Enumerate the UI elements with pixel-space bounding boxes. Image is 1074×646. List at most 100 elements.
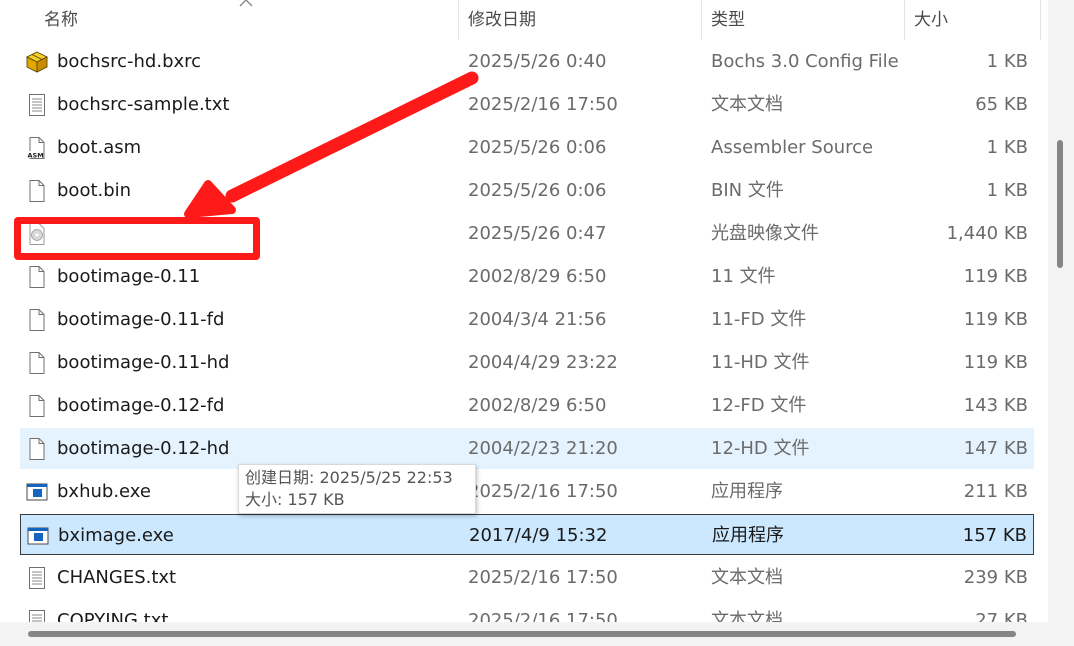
file-row[interactable]: COPYING.txt 2025/2/16 17:50 文本文档 27 KB <box>20 600 1034 622</box>
file-modified-date: 2017/4/9 15:32 <box>469 525 608 546</box>
column-header-name[interactable]: 名称 <box>44 0 78 40</box>
blank-file-icon <box>26 437 48 461</box>
file-size: 1 KB <box>986 51 1028 72</box>
file-name: CHANGES.txt <box>57 567 177 588</box>
file-type: 11 文件 <box>711 266 776 287</box>
column-divider[interactable] <box>458 0 459 40</box>
svg-text:ASM: ASM <box>28 152 44 160</box>
file-type: BIN 文件 <box>711 180 784 201</box>
file-name: bootimage-0.11-hd <box>57 352 230 373</box>
sort-ascending-icon <box>239 0 253 7</box>
file-row[interactable]: bootimage-0.11 2002/8/29 6:50 11 文件 119 KB <box>20 256 1034 297</box>
tooltip-created-date: 创建日期: 2025/5/25 22:53 <box>245 468 453 487</box>
file-type: 11-FD 文件 <box>711 309 807 330</box>
file-size: 1,440 KB <box>946 223 1028 244</box>
column-divider[interactable] <box>701 0 702 40</box>
asm-file-icon: ASM <box>26 136 48 160</box>
file-list: bochsrc-hd.bxrc 2025/5/26 0:40 Bochs 3.0 C… <box>0 40 1040 622</box>
file-modified-date: 2025/5/26 0:40 <box>468 51 607 72</box>
file-size: 1 KB <box>986 137 1028 158</box>
file-size: 27 KB <box>975 610 1028 622</box>
file-type: 光盘映像文件 <box>711 223 819 244</box>
tooltip-size: 大小: 157 KB <box>245 490 345 509</box>
blank-file-icon <box>26 351 48 375</box>
text-file-icon <box>26 566 48 590</box>
file-name: bxhub.exe <box>57 481 151 502</box>
file-modified-date: 2002/8/29 6:50 <box>468 395 607 416</box>
file-modified-date: 2025/5/26 0:06 <box>468 180 607 201</box>
column-header-type[interactable]: 类型 <box>711 0 745 40</box>
file-type: Assembler Source <box>711 137 874 158</box>
file-name: bootimage-0.11-fd <box>57 309 225 330</box>
file-size: 119 KB <box>963 309 1028 330</box>
column-header-date[interactable]: 修改日期 <box>468 0 536 40</box>
column-divider[interactable] <box>904 0 905 40</box>
column-divider <box>1040 0 1041 40</box>
file-row[interactable]: bootimage-0.12-hd 2004/2/23 21:20 12-HD 文件… <box>20 428 1034 469</box>
vertical-scrollbar[interactable] <box>1048 0 1074 622</box>
app-exe-icon <box>26 480 48 504</box>
file-row[interactable]: boot.bin 2025/5/26 0:06 BIN 文件 1 KB <box>20 170 1034 211</box>
file-type: 文本文档 <box>711 567 783 588</box>
file-size: 1 KB <box>986 180 1028 201</box>
file-size: 143 KB <box>963 395 1028 416</box>
file-row[interactable]: bxhub.exe 2025/2/16 17:50 应用程序 211 KB <box>20 471 1034 512</box>
file-modified-date: 2004/4/29 23:22 <box>468 352 618 373</box>
blank-file-icon <box>26 308 48 332</box>
blank-file-icon <box>26 179 48 203</box>
file-type: 12-HD 文件 <box>711 438 810 459</box>
file-name: bochsrc-hd.bxrc <box>57 51 202 72</box>
blank-file-icon <box>26 265 48 289</box>
scrollbar-corner <box>1048 622 1074 646</box>
horizontal-scrollbar-thumb[interactable] <box>28 631 1016 637</box>
file-name: bootimage-0.12-fd <box>57 395 225 416</box>
app-exe-icon <box>27 524 49 548</box>
file-info-tooltip: 创建日期: 2025/5/25 22:53 大小: 157 KB <box>238 464 476 514</box>
file-size: 147 KB <box>963 438 1028 459</box>
file-row[interactable]: CHANGES.txt 2025/2/16 17:50 文本文档 239 KB <box>20 557 1034 598</box>
file-modified-date: 2025/5/26 0:47 <box>468 223 607 244</box>
file-name: boot.asm <box>57 137 142 158</box>
file-modified-date: 2025/2/16 17:50 <box>468 481 618 502</box>
file-size: 211 KB <box>963 481 1028 502</box>
file-type: 应用程序 <box>711 481 783 502</box>
file-type: 12-FD 文件 <box>711 395 807 416</box>
text-file-icon <box>26 93 48 117</box>
file-name: bximage.exe <box>58 525 174 546</box>
file-row[interactable]: bootimage-0.11-fd 2004/3/4 21:56 11-FD 文件 1… <box>20 299 1034 340</box>
text-file-icon <box>26 609 48 622</box>
annotation-highlight-box <box>14 217 260 260</box>
file-name: boot.bin <box>57 180 132 201</box>
file-size: 65 KB <box>975 94 1028 115</box>
bochs-config-icon <box>25 50 49 74</box>
file-size: 119 KB <box>963 266 1028 287</box>
file-row[interactable]: bximage.exe 2017/4/9 15:32 应用程序 157 KB <box>20 514 1034 555</box>
file-type: 应用程序 <box>712 525 784 546</box>
file-type: 文本文档 <box>711 94 783 115</box>
file-type: Bochs 3.0 Config File <box>711 51 899 72</box>
file-name: COPYING.txt <box>57 610 169 622</box>
file-row[interactable]: bootimage-0.11-hd 2004/4/29 23:22 11-HD 文件… <box>20 342 1034 383</box>
vertical-scrollbar-thumb[interactable] <box>1057 140 1063 268</box>
file-modified-date: 2025/2/16 17:50 <box>468 610 618 622</box>
file-type: 11-HD 文件 <box>711 352 810 373</box>
file-row[interactable]: bootimage-0.12-fd 2002/8/29 6:50 12-FD 文件 1… <box>20 385 1034 426</box>
column-header-bar: 名称 修改日期 类型 大小 <box>0 0 1041 40</box>
file-row[interactable]: ASM boot.asm 2025/5/26 0:06 Assembler Sourc… <box>20 127 1034 168</box>
file-size: 119 KB <box>963 352 1028 373</box>
file-modified-date: 2025/2/16 17:50 <box>468 567 618 588</box>
file-size: 239 KB <box>963 567 1028 588</box>
file-modified-date: 2004/3/4 21:56 <box>468 309 607 330</box>
file-modified-date: 2004/2/23 21:20 <box>468 438 618 459</box>
file-name: bochsrc-sample.txt <box>57 94 230 115</box>
file-name: bootimage-0.11 <box>57 266 201 287</box>
file-modified-date: 2002/8/29 6:50 <box>468 266 607 287</box>
column-header-size[interactable]: 大小 <box>914 0 948 40</box>
file-row[interactable]: bochsrc-hd.bxrc 2025/5/26 0:40 Bochs 3.0 C… <box>20 41 1034 82</box>
file-type: 文本文档 <box>711 610 783 622</box>
file-modified-date: 2025/5/26 0:06 <box>468 137 607 158</box>
file-row[interactable]: bochsrc-sample.txt 2025/2/16 17:50 文本文档 65 … <box>20 84 1034 125</box>
file-modified-date: 2025/2/16 17:50 <box>468 94 618 115</box>
file-size: 157 KB <box>962 525 1027 546</box>
blank-file-icon <box>26 394 48 418</box>
